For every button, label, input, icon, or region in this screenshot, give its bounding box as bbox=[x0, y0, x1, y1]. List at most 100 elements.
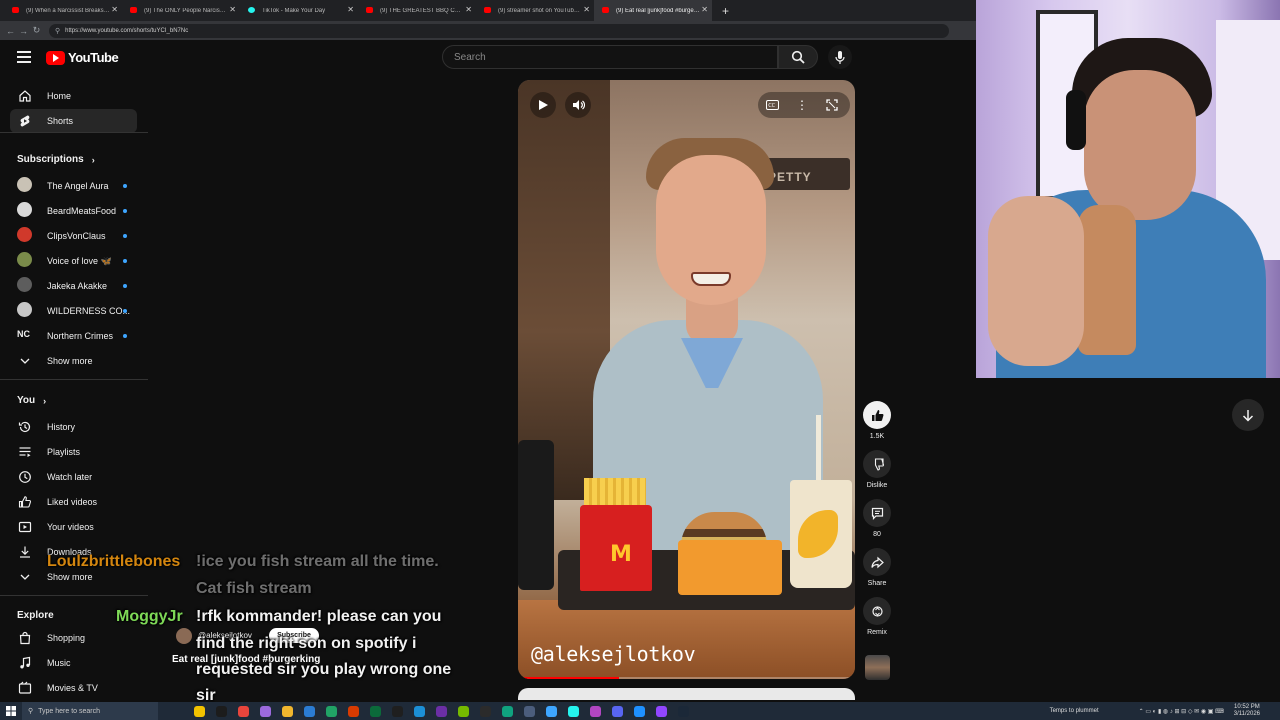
comments-button[interactable] bbox=[863, 499, 891, 527]
forward-icon[interactable]: → bbox=[17, 26, 30, 36]
chat-username: MoggyJr bbox=[116, 608, 183, 625]
subscription-item[interactable]: Voice of love 🦋 bbox=[10, 249, 137, 273]
sidebar-item[interactable]: Liked videos bbox=[10, 490, 137, 514]
volume-icon bbox=[572, 100, 585, 110]
taskbar-app-icon[interactable] bbox=[276, 702, 298, 720]
subscription-item[interactable]: ClipsVonClaus bbox=[10, 224, 137, 248]
taskbar-app-icon[interactable] bbox=[364, 702, 386, 720]
app-icon bbox=[677, 705, 689, 717]
taskbar-app-icon[interactable] bbox=[188, 702, 210, 720]
taskbar-app-icon[interactable] bbox=[672, 702, 694, 720]
taskbar-app-icon[interactable] bbox=[254, 702, 276, 720]
close-tab-icon[interactable]: ✕ bbox=[229, 5, 236, 14]
short-video-player[interactable]: PETTY M CC ⋮ @aleksejlotkov bbox=[518, 80, 855, 679]
menu-icon[interactable] bbox=[17, 51, 31, 63]
explore-heading[interactable]: Explore bbox=[17, 610, 54, 621]
sidebar-item[interactable]: Shopping bbox=[10, 626, 137, 650]
next-short-button[interactable] bbox=[1232, 399, 1264, 431]
reload-icon[interactable]: ↻ bbox=[30, 25, 43, 36]
subscription-item[interactable]: BeardMeatsFood bbox=[10, 199, 137, 223]
close-tab-icon[interactable]: ✕ bbox=[465, 5, 472, 14]
taskbar-app-icon[interactable] bbox=[430, 702, 452, 720]
youtube-logo[interactable]: YouTube bbox=[46, 50, 119, 65]
tray-icons[interactable]: ⌃ ▭ ◐ ▮ ◍ ♪ ⊞ ⊟ ◇ ✉ ◉ ▣ ⌨ bbox=[1139, 708, 1224, 715]
dislike-button[interactable] bbox=[863, 450, 891, 478]
taskbar-app-icon[interactable] bbox=[452, 702, 474, 720]
subscription-item[interactable]: Jakeka Akakke bbox=[10, 274, 137, 298]
sidebar-item-label: History bbox=[47, 422, 76, 432]
back-icon[interactable]: ← bbox=[4, 26, 17, 36]
taskbar-app-icon[interactable] bbox=[628, 702, 650, 720]
weather-text[interactable]: Temps to plummet bbox=[1050, 708, 1099, 714]
taskbar-app-icon[interactable] bbox=[496, 702, 518, 720]
sidebar-item[interactable]: Music bbox=[10, 651, 137, 675]
taskbar-app-icon[interactable] bbox=[584, 702, 606, 720]
close-tab-icon[interactable]: ✕ bbox=[347, 5, 354, 14]
app-icon bbox=[413, 705, 425, 717]
browser-tab[interactable]: TikTok - Make Your Day ✕ bbox=[240, 0, 358, 21]
sidebar-item[interactable]: Your videos bbox=[10, 515, 137, 539]
url-field[interactable]: ⚲ https://www.youtube.com/shorts/tuYCI_b… bbox=[49, 23, 949, 38]
close-tab-icon[interactable]: ✕ bbox=[583, 5, 590, 14]
taskbar-app-icon[interactable] bbox=[474, 702, 496, 720]
play-icon bbox=[539, 100, 548, 110]
fullscreen-button[interactable] bbox=[819, 92, 845, 118]
taskbar-app-icon[interactable] bbox=[342, 702, 364, 720]
subscription-item[interactable]: WILDERNESS CO... bbox=[10, 299, 137, 323]
taskbar-search[interactable]: ⚲ Type here to search bbox=[22, 702, 158, 720]
next-short-preview[interactable] bbox=[518, 688, 855, 700]
subscription-item[interactable]: Northern Crimes NC bbox=[10, 324, 137, 348]
video-progress-bar[interactable] bbox=[518, 677, 855, 679]
sidebar-item-label: Shorts bbox=[47, 116, 74, 126]
taskbar-app-icon[interactable] bbox=[408, 702, 430, 720]
remix-icon bbox=[871, 605, 883, 617]
taskbar-app-icon[interactable] bbox=[518, 702, 540, 720]
sidebar-item[interactable]: Shorts bbox=[10, 109, 137, 133]
audio-channel-thumbnail[interactable] bbox=[865, 655, 890, 680]
close-tab-icon[interactable]: ✕ bbox=[111, 5, 118, 14]
chat-username: Loulzbrittlebones bbox=[47, 553, 181, 570]
browser-tab[interactable]: (9) When a Narcissist Breaks the ✕ bbox=[4, 0, 122, 21]
sidebar-item[interactable]: Playlists bbox=[10, 440, 137, 464]
remix-button[interactable] bbox=[863, 597, 891, 625]
search-button[interactable] bbox=[778, 45, 818, 69]
subscription-item[interactable]: The Angel Aura bbox=[10, 174, 137, 198]
subscriptions-heading[interactable]: Subscriptions › bbox=[17, 154, 95, 165]
taskbar-app-icon[interactable] bbox=[562, 702, 584, 720]
sidebar-item[interactable]: History bbox=[10, 415, 137, 439]
taskbar-app-icon[interactable] bbox=[232, 702, 254, 720]
taskbar-app-icon[interactable] bbox=[386, 702, 408, 720]
browser-tab[interactable]: (9) Eat real [junk]food #burgerking ✕ bbox=[594, 0, 712, 21]
taskbar-app-icon[interactable] bbox=[650, 702, 672, 720]
taskbar-app-icon[interactable] bbox=[606, 702, 628, 720]
start-button[interactable] bbox=[0, 702, 22, 720]
new-content-dot bbox=[123, 234, 127, 238]
close-tab-icon[interactable]: ✕ bbox=[701, 5, 708, 14]
taskbar-app-icon[interactable] bbox=[298, 702, 320, 720]
channel-avatar[interactable] bbox=[176, 628, 192, 644]
browser-tab[interactable]: (9) streamer shot on YouTube live ✕ bbox=[476, 0, 594, 21]
captions-button[interactable]: CC bbox=[759, 92, 785, 118]
sidebar-item[interactable]: Movies & TV bbox=[10, 676, 137, 700]
shorts-icon bbox=[18, 114, 32, 128]
taskbar-app-icon[interactable] bbox=[540, 702, 562, 720]
more-options-button[interactable]: ⋮ bbox=[789, 92, 815, 118]
clock[interactable]: 10:52 PM 3/11/2026 bbox=[1234, 704, 1260, 718]
browser-tab[interactable]: (9) THE GREATEST BBQ CHALLEN✕ bbox=[358, 0, 476, 21]
like-button[interactable] bbox=[863, 401, 891, 429]
volume-button[interactable] bbox=[565, 92, 591, 118]
show-more-subscriptions[interactable]: Show more bbox=[10, 349, 137, 373]
search-input[interactable] bbox=[454, 51, 754, 63]
youtube-favicon-icon bbox=[130, 7, 137, 13]
sidebar-item[interactable]: Watch later bbox=[10, 465, 137, 489]
browser-tab[interactable]: (9) The ONLY People Narcissists ✕ bbox=[122, 0, 240, 21]
voice-search-button[interactable] bbox=[828, 45, 852, 69]
share-button[interactable] bbox=[863, 548, 891, 576]
site-info-icon[interactable]: ⚲ bbox=[55, 27, 60, 35]
taskbar-app-icon[interactable] bbox=[210, 702, 232, 720]
you-heading[interactable]: You › bbox=[17, 395, 46, 406]
taskbar-app-icon[interactable] bbox=[320, 702, 342, 720]
sidebar-item[interactable]: Home bbox=[10, 84, 137, 108]
play-button[interactable] bbox=[530, 92, 556, 118]
new-tab-button[interactable]: + bbox=[712, 0, 739, 21]
